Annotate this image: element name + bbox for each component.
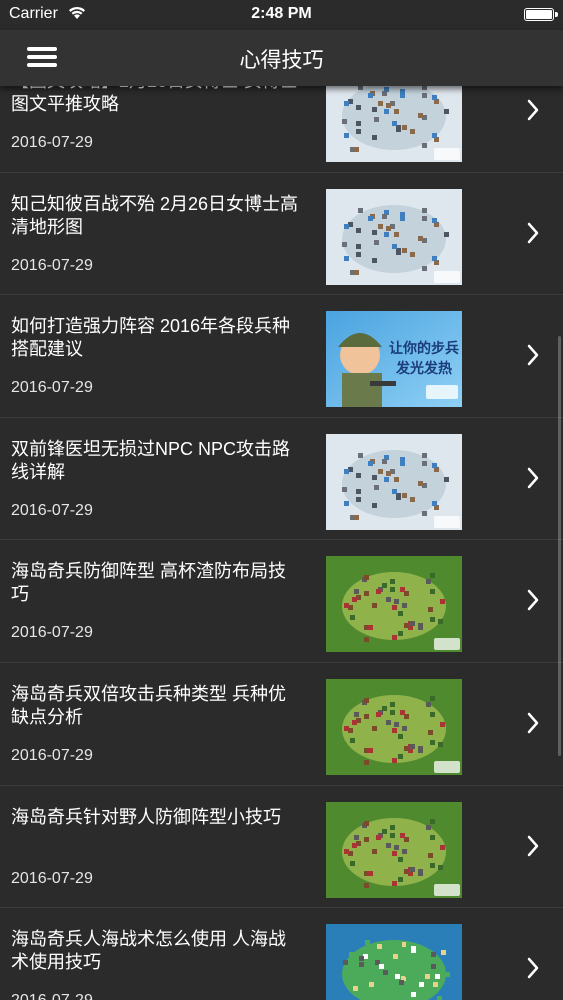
article-title: 海岛奇兵防御阵型 高杯渣防布局技巧 [11, 561, 286, 605]
chevron-right-icon [527, 344, 539, 366]
article-title: 海岛奇兵针对野人防御阵型小技巧 [11, 806, 281, 827]
chevron-right-icon [527, 222, 539, 243]
battery-icon [524, 8, 558, 21]
article-thumbnail [326, 86, 462, 162]
chevron-right-icon [527, 467, 539, 489]
chevron-right-icon [527, 712, 539, 734]
article-date: 2016-07-29 [11, 746, 93, 764]
article-thumbnail [326, 433, 462, 530]
article-title: 【图文攻略】2月26日女博士 女博士图文平推攻略 [11, 86, 298, 114]
article-date: 2016-07-29 [11, 624, 93, 642]
article-thumbnail [326, 678, 462, 775]
nav-bar: 心得技巧 [0, 30, 563, 86]
article-thumbnail: 让你的步兵 发光发热 [326, 311, 462, 408]
clock: 2:48 PM [251, 5, 312, 22]
article-date: 2016-07-29 [11, 501, 93, 519]
chevron-right-icon [527, 835, 539, 856]
article-list[interactable]: 【图文攻略】2月26日女博士 女博士图文平推攻略2016-07-29知己知彼百战… [0, 86, 563, 1000]
article-date: 2016-07-29 [11, 256, 93, 274]
article-title: 双前锋医坦无损过NPC NPC攻击路线详解 [11, 438, 291, 482]
article-thumbnail [326, 801, 462, 898]
list-item[interactable]: 【图文攻略】2月26日女博士 女博士图文平推攻略 2016-07-29 [0, 86, 563, 173]
article-thumbnail [326, 924, 462, 1000]
list-item[interactable]: 海岛奇兵针对野人防御阵型小技巧 2016-07-29 [0, 786, 563, 909]
article-title: 如何打造强力阵容 2016年各段兵种搭配建议 [11, 316, 291, 360]
list-item[interactable]: 海岛奇兵防御阵型 高杯渣防布局技巧 2016-07-29 [0, 540, 563, 663]
status-bar: Carrier 2:48 PM [0, 0, 563, 30]
article-thumbnail [326, 188, 462, 285]
article-date: 2016-07-29 [11, 134, 93, 151]
list-item[interactable]: 双前锋医坦无损过NPC NPC攻击路线详解 2016-07-29 [0, 418, 563, 541]
article-title: 海岛奇兵双倍攻击兵种类型 兵种优缺点分析 [11, 683, 286, 727]
article-date: 2016-07-29 [11, 992, 93, 1000]
svg-text:发光发热: 发光发热 [395, 360, 452, 377]
article-title: 海岛奇兵人海战术怎么使用 人海战术使用技巧 [11, 929, 286, 973]
list-item[interactable]: 知己知彼百战不殆 2月26日女博士高清地形图 2016-07-29 [0, 173, 563, 296]
list-item[interactable]: 如何打造强力阵容 2016年各段兵种搭配建议 2016-07-29 让你的步兵发光发… [0, 295, 563, 418]
list-item[interactable]: 海岛奇兵人海战术怎么使用 人海战术使用技巧 2016-07-29 [0, 908, 563, 1000]
chevron-right-icon [527, 99, 539, 121]
list-item[interactable]: 海岛奇兵双倍攻击兵种类型 兵种优缺点分析 2016-07-29 [0, 663, 563, 786]
svg-text:让你的步兵: 让你的步兵 [389, 340, 459, 357]
article-date: 2016-07-29 [11, 379, 93, 397]
article-title: 知己知彼百战不殆 2月26日女博士高清地形图 [11, 193, 299, 237]
chevron-right-icon [527, 957, 539, 979]
scrollbar[interactable] [558, 336, 561, 756]
article-thumbnail [326, 556, 462, 653]
article-date: 2016-07-29 [11, 869, 93, 887]
chevron-right-icon [527, 590, 539, 611]
page-title: 心得技巧 [239, 49, 324, 72]
